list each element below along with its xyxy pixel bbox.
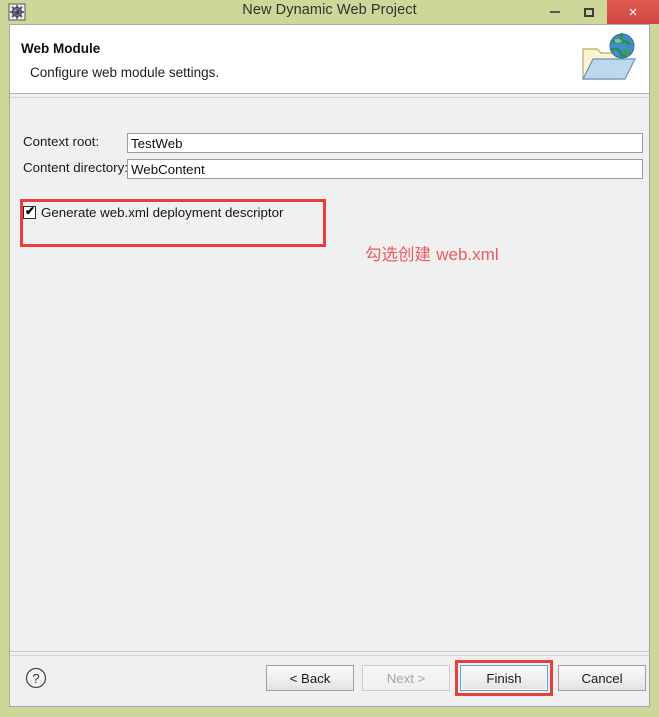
- cancel-button[interactable]: Cancel: [558, 665, 646, 691]
- wizard-body: Context root: Content directory: ✔ Gener…: [10, 99, 649, 706]
- annotation-note-cjk: 勾选创建: [365, 245, 437, 264]
- finish-button[interactable]: Finish: [460, 665, 548, 691]
- close-button[interactable]: ×: [607, 0, 659, 24]
- minimize-button[interactable]: [537, 0, 573, 24]
- context-root-label: Context root:: [23, 134, 100, 149]
- close-icon: ×: [628, 3, 638, 21]
- svg-text:?: ?: [32, 671, 39, 686]
- button-bar-separator: [10, 655, 649, 656]
- header-separator: [10, 94, 649, 98]
- title-bar[interactable]: New Dynamic Web Project ×: [0, 0, 659, 24]
- page-description: Configure web module settings.: [30, 65, 220, 80]
- content-directory-label: Content directory:: [23, 160, 128, 175]
- annotation-note-ascii: web.xml: [436, 245, 499, 264]
- minimize-icon: [537, 0, 573, 24]
- maximize-icon: [571, 0, 607, 24]
- dialog-button-bar: ? < Back Next > Finish Cancel: [10, 651, 649, 706]
- maximize-button[interactable]: [571, 0, 607, 24]
- generate-webxml-label: Generate web.xml deployment descriptor: [41, 205, 284, 220]
- wizard-header: Web Module Configure web module settings…: [10, 25, 649, 94]
- annotation-note: 勾选创建 web.xml: [365, 241, 499, 265]
- new-dynamic-web-project-dialog: New Dynamic Web Project × Web Module Con…: [0, 0, 659, 717]
- web-folder-globe-icon: [577, 29, 639, 89]
- content-directory-input[interactable]: [127, 159, 643, 179]
- desktop-background: New Dynamic Web Project × Web Module Con…: [0, 0, 659, 717]
- generate-webxml-checkbox[interactable]: ✔ Generate web.xml deployment descriptor: [23, 205, 283, 220]
- help-button[interactable]: ?: [24, 666, 48, 690]
- dialog-client-area: Web Module Configure web module settings…: [9, 24, 650, 707]
- context-root-input[interactable]: [127, 133, 643, 153]
- back-button[interactable]: < Back: [266, 665, 354, 691]
- next-button: Next >: [362, 665, 450, 691]
- page-title: Web Module: [21, 41, 101, 56]
- checkmark-icon: ✔: [25, 204, 36, 218]
- checkbox-box[interactable]: ✔: [23, 204, 36, 219]
